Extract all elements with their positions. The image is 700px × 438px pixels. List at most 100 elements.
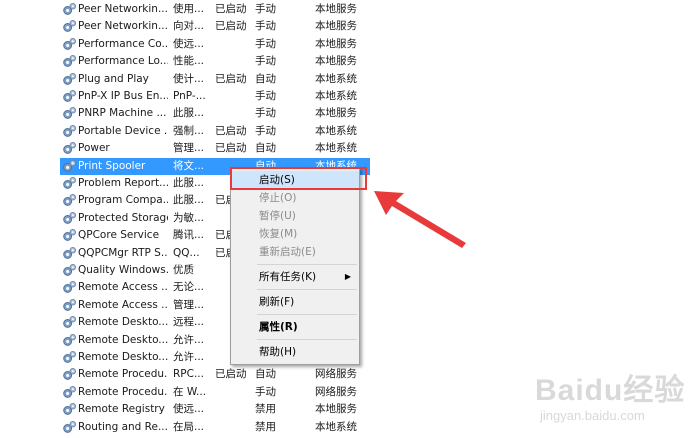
menu-item-stop: 停止(O) (259, 192, 297, 204)
service-gear-icon (62, 385, 77, 400)
menu-item-help[interactable]: 帮助(H) (231, 343, 359, 361)
service-startup-type: 自动 (255, 72, 276, 85)
menu-item-all-tasks-label: 所有任务(K) (259, 271, 317, 283)
service-startup-type: 手动 (255, 55, 276, 68)
service-startup-type: 手动 (255, 37, 276, 50)
menu-separator (257, 289, 357, 290)
service-status: 已启动 (215, 72, 247, 85)
service-gear-icon (62, 37, 77, 52)
service-description: 将文... (173, 159, 205, 172)
service-row[interactable]: Performance Lo... 性能... 手动 本地服务 (60, 53, 370, 70)
service-row[interactable]: Remote Procedu... 在 W... 手动 网络服务 (60, 384, 370, 401)
service-gear-icon (62, 193, 77, 208)
service-logon-as: 本地服务 (315, 55, 357, 68)
service-name: Quality Windows... (78, 264, 168, 276)
service-gear-icon (62, 402, 77, 417)
service-name: Protected Storage (78, 211, 168, 224)
service-row[interactable]: Routing and Re... 在局... 禁用 本地系统 (60, 419, 370, 436)
service-row[interactable]: Portable Device ... 强制... 已启动 手动 本地系统 (60, 123, 370, 140)
service-name: Remote Deskto... (78, 316, 168, 329)
service-row[interactable]: Remote Procedu... RPC... 已启动 自动 网络服务 (60, 366, 370, 383)
service-description: 允许... (173, 351, 205, 363)
service-description: 使计... (173, 72, 205, 85)
service-name: Routing and Re... (78, 420, 168, 433)
service-gear-icon (62, 420, 77, 435)
service-description: 远程... (173, 316, 205, 329)
service-description: 允许... (173, 333, 205, 346)
service-startup-type: 手动 (255, 385, 276, 398)
service-row[interactable]: Peer Networkin... 向对... 已启动 手动 本地服务 (60, 18, 370, 35)
service-description: 优质 (173, 264, 194, 276)
service-gear-icon (62, 211, 77, 226)
service-gear-icon (62, 89, 77, 104)
pointer-arrow-icon (374, 191, 466, 248)
service-description: QQ... (173, 246, 200, 259)
service-gear-icon (62, 246, 77, 261)
service-name: PNRP Machine ... (78, 107, 167, 120)
service-description: 使用... (173, 3, 205, 15)
service-row[interactable]: Power 管理... 已启动 自动 本地系统 (60, 140, 370, 157)
service-row[interactable]: Plug and Play 使计... 已启动 自动 本地系统 (60, 71, 370, 88)
service-description: 管理... (173, 142, 205, 155)
service-gear-icon (62, 315, 77, 330)
service-name: Remote Access ... (78, 298, 168, 311)
menu-separator (257, 339, 357, 340)
service-startup-type: 手动 (255, 107, 276, 120)
service-gear-icon (62, 141, 77, 156)
service-description: 此服... (173, 177, 205, 189)
service-row[interactable]: PNRP Machine ... 此服... 手动 本地服务 (60, 105, 370, 122)
service-gear-icon (62, 298, 77, 313)
service-row[interactable]: PnP-X IP Bus En... PnP-... 手动 本地系统 (60, 88, 370, 105)
service-name: Plug and Play (78, 72, 149, 85)
service-name: Program Compa... (78, 194, 168, 207)
service-name: Remote Procedu... (78, 368, 168, 381)
menu-separator (257, 264, 357, 265)
service-name: Remote Registry (78, 403, 165, 416)
service-gear-icon (62, 19, 77, 34)
service-description: 在局... (173, 420, 205, 433)
context-menu: 启动(S) 停止(O) 暂停(U) 恢复(M) 重新启动(E) 所有任务(K) … (230, 167, 360, 365)
service-status: 已启动 (215, 142, 247, 155)
service-name: Performance Lo... (78, 55, 168, 68)
service-startup-type: 禁用 (255, 420, 276, 433)
service-logon-as: 本地系统 (315, 142, 357, 155)
service-status: 已启动 (215, 3, 247, 15)
service-logon-as: 本地系统 (315, 124, 357, 137)
service-gear-icon (62, 72, 77, 87)
service-gear-icon (62, 350, 77, 365)
service-startup-type: 禁用 (255, 403, 276, 416)
menu-item-properties[interactable]: 属性(R) (231, 318, 359, 336)
service-description: 此服... (173, 194, 205, 207)
service-name: QQPCMgr RTP S... (78, 246, 168, 259)
service-description: 管理... (173, 298, 205, 311)
menu-item-all-tasks[interactable]: 所有任务(K) ▶ (231, 268, 359, 286)
service-logon-as: 本地系统 (315, 72, 357, 85)
service-logon-as: 本地服务 (315, 107, 357, 120)
service-gear-icon (62, 124, 77, 139)
service-startup-type: 手动 (255, 20, 276, 33)
service-startup-type: 手动 (255, 90, 276, 102)
menu-item-restart: 重新启动(E) (259, 246, 316, 258)
service-name: Performance Co... (78, 37, 168, 50)
service-startup-type: 手动 (255, 124, 276, 137)
service-description: RPC... (173, 368, 204, 381)
service-row[interactable]: Performance Co... 使远... 手动 本地服务 (60, 36, 370, 53)
service-gear-icon (62, 176, 77, 191)
service-name: Peer Networkin... (78, 3, 168, 15)
baidu-watermark: Baidu经验 jingyan.baidu.com (530, 365, 695, 430)
service-name: Print Spooler (78, 159, 146, 172)
service-status: 已启动 (215, 368, 247, 381)
service-logon-as: 本地服务 (315, 3, 357, 15)
service-name: Peer Networkin... (78, 20, 168, 33)
service-row[interactable]: Peer Networkin... 使用... 已启动 手动 本地服务 (60, 1, 370, 18)
service-gear-icon (62, 159, 77, 174)
service-description: 向对... (173, 20, 205, 33)
service-description: PnP-... (173, 90, 206, 102)
service-startup-type: 自动 (255, 142, 276, 155)
service-row[interactable]: Remote Registry 使远... 禁用 本地服务 (60, 401, 370, 418)
service-startup-type: 手动 (255, 3, 276, 15)
service-gear-icon (62, 106, 77, 121)
service-name: Remote Deskto... (78, 333, 168, 346)
service-name: Remote Access ... (78, 281, 168, 294)
menu-item-refresh[interactable]: 刷新(F) (231, 293, 359, 311)
